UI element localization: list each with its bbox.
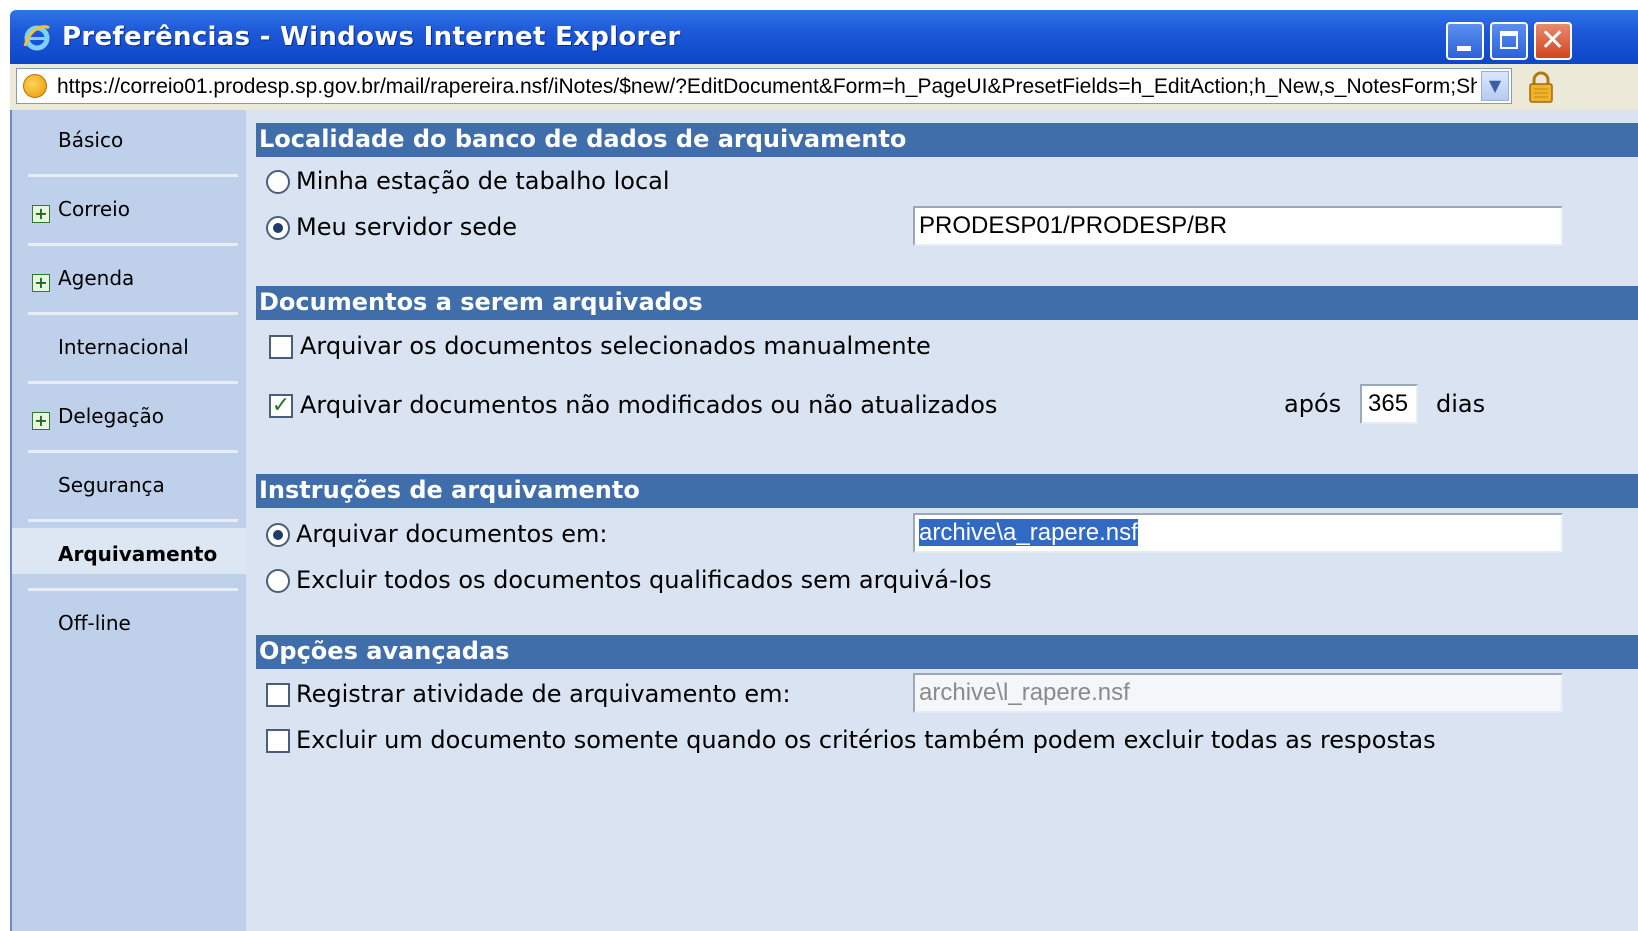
radio-delete-without-archive[interactable] (266, 569, 290, 593)
divider (28, 243, 238, 246)
sidebar-item-arquivamento[interactable]: Arquivamento (12, 528, 258, 574)
sidebar-item-label: Correio (58, 197, 130, 221)
delete-with-replies-label: Excluir um documento somente quando os c… (296, 726, 1436, 754)
divider (28, 174, 238, 177)
section-header-location: Localidade do banco de dados de arquivam… (256, 123, 1638, 157)
sidebar-item-label: Off-line (58, 611, 131, 635)
preferences-sidebar: Básico + Correio + Agenda Internacional … (10, 110, 258, 931)
sidebar-item-label: Delegação (58, 404, 165, 428)
sidebar-item-delegacao[interactable]: + Delegação (12, 390, 248, 438)
sidebar-item-label: Básico (58, 128, 124, 152)
expand-plus-icon[interactable]: + (32, 412, 50, 430)
sidebar-item-label: Internacional (58, 335, 189, 359)
divider (28, 450, 238, 453)
days-input[interactable]: 365 (1360, 384, 1418, 424)
sidebar-item-agenda[interactable]: + Agenda (12, 252, 248, 300)
divider (28, 381, 238, 384)
sidebar-item-internacional[interactable]: Internacional (12, 321, 248, 369)
radio-home-server[interactable] (266, 216, 290, 240)
sidebar-item-label: Segurança (58, 473, 165, 497)
expand-plus-icon[interactable]: + (32, 274, 50, 292)
sidebar-item-label: Agenda (58, 266, 135, 290)
url-field[interactable]: https://correio01.prodesp.sp.gov.br/mail… (16, 68, 1512, 104)
sidebar-item-seguranca[interactable]: Segurança (12, 459, 248, 507)
section-header-advanced: Opções avançadas (256, 635, 1638, 669)
divider (28, 519, 238, 522)
maximize-button[interactable] (1490, 22, 1528, 60)
sidebar-item-offline[interactable]: Off-line (12, 597, 248, 645)
section-header-documents: Documentos a serem arquivados (256, 286, 1638, 320)
archive-path-value: archive\a_rapere.nsf (919, 519, 1138, 546)
expand-plus-icon[interactable]: + (32, 205, 50, 223)
server-name-field[interactable]: PRODESP01/PRODESP/BR (913, 206, 1563, 246)
divider (28, 312, 238, 315)
checkbox-log-activity[interactable] (266, 683, 290, 707)
delete-without-archive-label: Excluir todos os documentos qualificados… (296, 566, 992, 594)
minimize-icon (1457, 46, 1471, 51)
window-titlebar[interactable]: Preferências - Windows Internet Explorer… (10, 10, 1638, 64)
archive-unmodified-label: Arquivar documentos não modificados ou n… (300, 391, 998, 419)
sidebar-item-correio[interactable]: + Correio (12, 183, 248, 231)
days-label: dias (1436, 390, 1486, 418)
sidebar-item-label: Arquivamento (58, 542, 218, 566)
section-header-instructions: Instruções de arquivamento (256, 474, 1638, 508)
chevron-down-icon[interactable]: ▼ (1481, 71, 1509, 101)
internet-explorer-icon (23, 25, 50, 51)
sidebar-item-basico[interactable]: Básico (12, 114, 248, 162)
checkbox-archive-unmodified[interactable]: ✓ (269, 394, 293, 418)
close-button[interactable]: ✕ (1534, 22, 1572, 60)
window-title: Preferências - Windows Internet Explorer (62, 22, 681, 52)
after-label: após (1284, 390, 1342, 418)
minimize-button[interactable] (1446, 22, 1484, 60)
log-path-field[interactable]: archive\l_rapere.nsf (913, 673, 1563, 713)
maximize-icon (1500, 31, 1518, 49)
archive-manual-label: Arquivar os documentos selecionados manu… (300, 332, 931, 360)
site-icon (23, 74, 47, 98)
address-bar: https://correio01.prodesp.sp.gov.br/mail… (10, 64, 1638, 111)
log-activity-label: Registrar atividade de arquivamento em: (296, 680, 791, 708)
radio-local-label: Minha estação de tabalho local (296, 167, 670, 195)
checkbox-archive-manual[interactable] (269, 335, 293, 359)
divider (28, 588, 238, 591)
radio-archive-to[interactable] (266, 523, 290, 547)
checkbox-delete-with-replies[interactable] (266, 729, 290, 753)
url-text[interactable]: https://correio01.prodesp.sp.gov.br/mail… (57, 75, 1477, 99)
lock-icon[interactable] (1526, 70, 1556, 104)
archive-path-field[interactable]: archive\a_rapere.nsf (913, 513, 1563, 553)
close-icon: ✕ (1540, 23, 1566, 58)
preferences-content: Localidade do banco de dados de arquivam… (246, 110, 1638, 931)
radio-server-label: Meu servidor sede (296, 213, 518, 241)
archive-to-label: Arquivar documentos em: (296, 520, 608, 548)
radio-local-workstation[interactable] (266, 170, 290, 194)
